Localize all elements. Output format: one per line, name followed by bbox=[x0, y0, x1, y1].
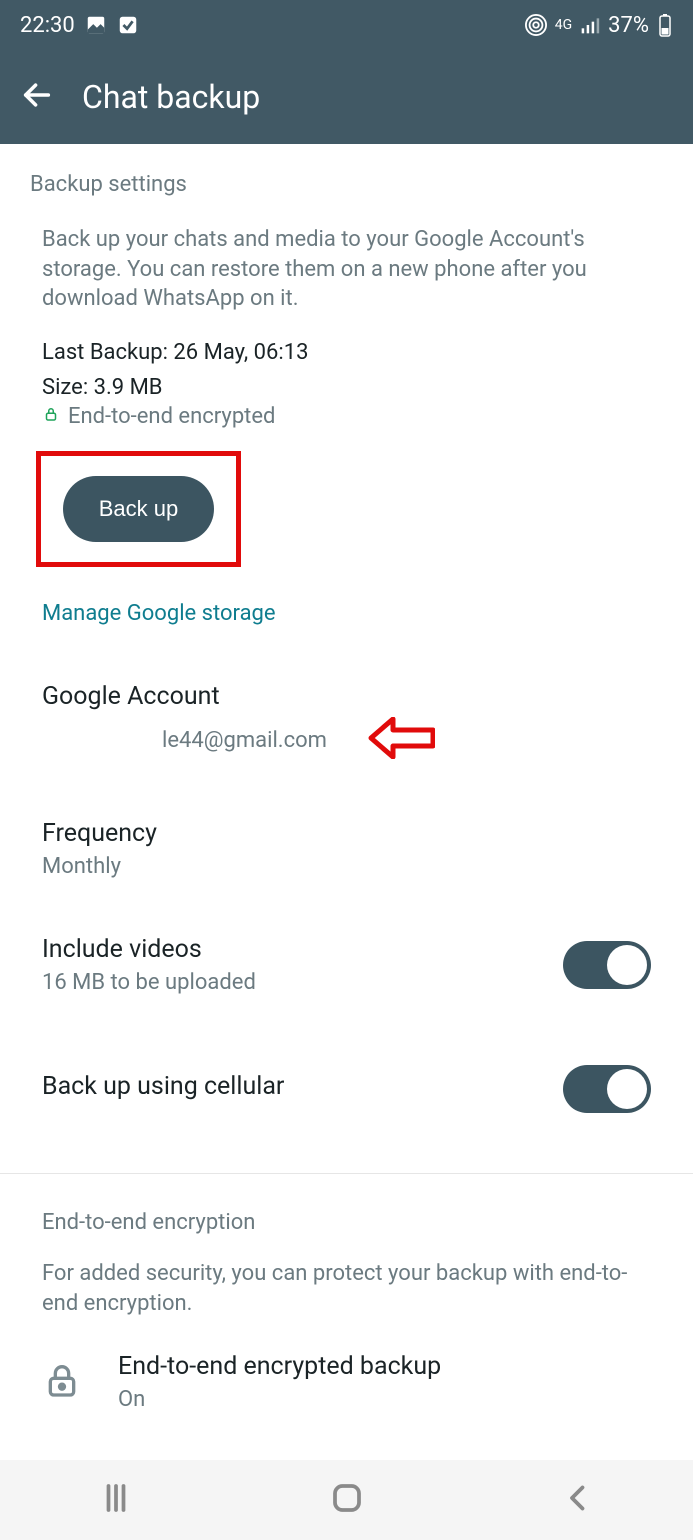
status-time: 22:30 bbox=[20, 13, 75, 38]
frequency-title: Frequency bbox=[42, 819, 651, 848]
system-nav-bar bbox=[0, 1460, 693, 1540]
include-videos-row[interactable]: Include videos 16 MB to be uploaded bbox=[30, 935, 663, 995]
back-arrow-icon[interactable] bbox=[20, 78, 54, 116]
encryption-description: For added security, you can protect your… bbox=[42, 1259, 651, 1318]
network-label: 4G bbox=[555, 18, 572, 32]
status-bar: 22:30 4G 37% bbox=[0, 0, 693, 50]
include-videos-sub: 16 MB to be uploaded bbox=[42, 970, 256, 995]
backup-size-label: Size: 3.9 MB bbox=[42, 375, 651, 400]
google-account-row[interactable]: Google Account le44@gmail.com bbox=[30, 682, 663, 763]
status-left: 22:30 bbox=[20, 13, 139, 38]
cellular-row[interactable]: Back up using cellular bbox=[30, 1065, 663, 1113]
battery-icon bbox=[657, 13, 673, 37]
google-account-email: le44@gmail.com bbox=[42, 728, 327, 753]
cellular-toggle[interactable] bbox=[563, 1065, 651, 1113]
hotspot-icon bbox=[525, 14, 547, 36]
status-right: 4G 37% bbox=[525, 13, 673, 38]
signal-icon bbox=[580, 15, 600, 35]
checkbox-icon bbox=[117, 14, 139, 36]
frequency-value: Monthly bbox=[42, 854, 651, 879]
lock-icon bbox=[42, 404, 60, 429]
encrypted-backup-row[interactable]: End-to-end encrypted backup On bbox=[42, 1352, 651, 1412]
cellular-title: Back up using cellular bbox=[42, 1072, 284, 1101]
encrypted-indicator: End-to-end encrypted bbox=[42, 404, 651, 429]
app-header: Chat backup bbox=[0, 50, 693, 144]
backup-settings-heading: Backup settings bbox=[30, 172, 663, 197]
encrypted-backup-title: End-to-end encrypted backup bbox=[118, 1352, 441, 1381]
content-area: Backup settings Back up your chats and m… bbox=[0, 144, 693, 1412]
home-button[interactable] bbox=[329, 1480, 365, 1520]
manage-storage-link[interactable]: Manage Google storage bbox=[42, 601, 651, 626]
frequency-row[interactable]: Frequency Monthly bbox=[30, 819, 663, 879]
annotation-arrow-icon bbox=[367, 717, 435, 763]
image-icon bbox=[85, 14, 107, 36]
encryption-section: End-to-end encryption For added security… bbox=[30, 1174, 663, 1412]
back-button[interactable] bbox=[560, 1480, 596, 1520]
recent-apps-button[interactable] bbox=[98, 1480, 134, 1520]
page-title: Chat backup bbox=[82, 78, 260, 116]
last-backup-label: Last Backup: 26 May, 06:13 bbox=[42, 340, 651, 365]
encryption-heading: End-to-end encryption bbox=[42, 1210, 651, 1235]
include-videos-title: Include videos bbox=[42, 935, 256, 964]
google-account-title: Google Account bbox=[42, 682, 651, 711]
backup-description: Back up your chats and media to your Goo… bbox=[42, 225, 651, 314]
encrypted-label: End-to-end encrypted bbox=[68, 404, 275, 429]
backup-button[interactable]: Back up bbox=[63, 476, 215, 542]
annotation-highlight-box: Back up bbox=[36, 451, 241, 567]
battery-label: 37% bbox=[608, 13, 649, 38]
encrypted-backup-status: On bbox=[118, 1387, 441, 1412]
lock-outline-icon bbox=[42, 1360, 82, 1404]
include-videos-toggle[interactable] bbox=[563, 941, 651, 989]
